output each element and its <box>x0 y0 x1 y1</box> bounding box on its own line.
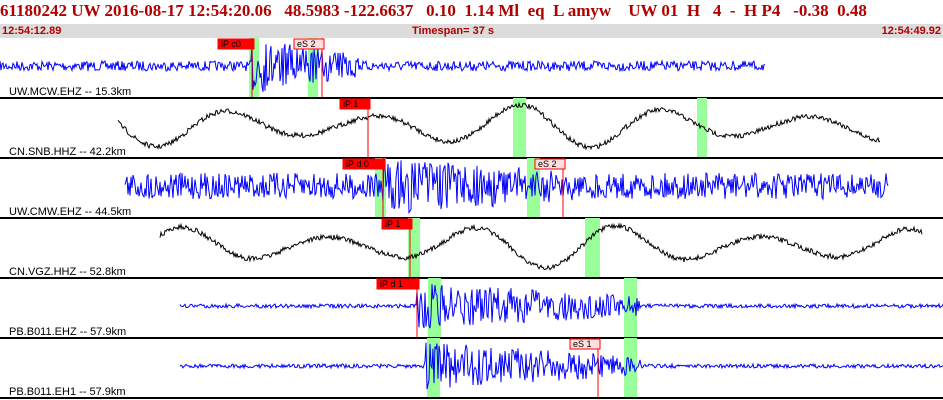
end-time-label: 12:54:49.92 <box>881 25 941 37</box>
waveform-trace <box>117 101 881 151</box>
pick-label: iP 1 <box>343 99 358 109</box>
pick-label: iP d 0 <box>346 159 369 169</box>
channel-row[interactable]: iP c0 eS 2 UW.MCW.EHZ -- 15.3km <box>0 38 943 99</box>
channel-row[interactable]: iP d 0 eS 2 UW.CMW.EHZ -- 44.5km <box>0 157 943 219</box>
waveform-trace <box>179 284 943 329</box>
timespan-label: Timespan= 37 s <box>412 25 495 37</box>
event-summary-title: 61180242 UW 2016-08-17 12:54:20.06 48.59… <box>0 1 867 20</box>
pick-window-shading <box>585 218 600 278</box>
time-bar: 12:54:12.89 Timespan= 37 s 12:54:49.92 <box>0 24 943 38</box>
channel-row[interactable]: iP d 1 PB.B011.EHZ -- 57.9km <box>0 278 943 339</box>
channel-label: CN.SNB.HHZ -- 42.2km <box>9 146 126 158</box>
waveform-trace <box>124 157 889 215</box>
channel-label: PB.B011.EHZ -- 57.9km <box>9 326 126 338</box>
pick-label: iP 1 <box>385 219 400 229</box>
waveform-trace <box>159 222 923 271</box>
start-time-label: 12:54:12.89 <box>2 25 62 37</box>
pick-label: eS 2 <box>297 39 316 49</box>
channel-label: CN.VGZ.HHZ -- 52.8km <box>9 266 126 278</box>
pick-window-shading <box>513 98 526 158</box>
channel-row[interactable]: iP 1 CN.SNB.HHZ -- 42.2km <box>0 98 943 159</box>
waveform-trace <box>179 342 943 390</box>
pick-label: eS 1 <box>573 339 592 349</box>
channel-label: UW.CMW.EHZ -- 44.5km <box>9 206 131 218</box>
channel-label: UW.MCW.EHZ -- 15.3km <box>9 86 131 98</box>
pick-window-shading <box>697 98 707 158</box>
seismogram-panel[interactable]: iP c0 eS 2 UW.MCW.EHZ -- 15.3km iP 1 CN.SNB.… <box>0 38 943 400</box>
channel-row[interactable]: eS 1 PB.B011.EH1 -- 57.9km <box>0 338 943 399</box>
pick-label: iP d 1 <box>380 279 403 289</box>
pick-label: iP c0 <box>221 39 241 49</box>
event-header: 61180242 UW 2016-08-17 12:54:20.06 48.59… <box>0 0 943 38</box>
channel-label: PB.B011.EH1 -- 57.9km <box>9 386 126 398</box>
pick-label: eS 2 <box>538 159 557 169</box>
waveform-trace <box>0 43 765 92</box>
channel-row[interactable]: iP 1 CN.VGZ.HHZ -- 52.8km <box>0 218 943 279</box>
